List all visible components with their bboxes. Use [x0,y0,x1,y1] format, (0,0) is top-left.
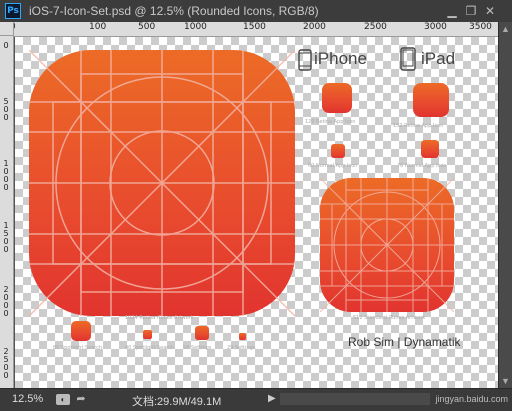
scroll-down-icon[interactable]: ▼ [499,374,512,388]
caption: 76 Normal App Icon [397,163,447,169]
caption: 60 Normal App Icon [308,163,358,169]
vertical-ruler[interactable]: 0 500 1000 1500 2000 2500 [0,36,14,388]
caption: 40 Spotlight Search [125,345,175,351]
ruler-label: 500 [3,97,9,122]
close-button[interactable]: ✕ [482,3,498,19]
horizontal-scrollbar[interactable] [280,393,430,405]
watermark-text: jingyan.baidu.com [435,394,508,404]
caption: 80 Spotlight Search [53,345,103,351]
ruler-label: 2500 [3,347,9,380]
caption: 152 Retina App Icon [393,123,444,129]
horizontal-ruler[interactable]: 0 100 500 1000 1500 2000 2500 3000 3500 [14,22,498,37]
zoom-level[interactable]: 12.5% [12,393,43,405]
restore-button[interactable]: ❐ [463,3,479,19]
iphone-label: iPhone [314,49,367,68]
ruler-label: 1000 [3,159,9,192]
document-canvas[interactable]: iPhone iPad 120 Retina App Icon 152 Reti… [15,37,498,388]
title-bar: Ps iOS-7-Icon-Set.psd @ 12.5% (Rounded I… [0,0,512,23]
ruler-origin-corner[interactable] [0,22,14,36]
caption: 512 Standard iTunes Artwork [353,315,426,321]
proof-setup-icon[interactable]: ◐ [56,394,70,405]
ruler-label: 2000 [3,285,9,318]
caption: 29 Settings [227,345,256,351]
ipad-label: iPad [421,49,456,68]
caption: 58 Settings [183,345,212,351]
minimize-button[interactable]: ▁ [444,3,460,19]
document-size-info: 文档:29.9M/49.1M [132,396,222,408]
spotlight-small-icon [143,330,152,339]
settings-large-icon [195,326,209,340]
vertical-scrollbar[interactable]: ▲ ▼ [498,22,512,388]
ruler-label: 0 [3,41,9,50]
ipad-icon [400,47,416,71]
photoshop-logo-icon: Ps [5,3,21,19]
author-credit: Rob Sim | Dynamatik [348,335,461,349]
ipad-app-icon [413,83,449,117]
iphone-icon [298,49,312,71]
spotlight-large-icon [71,321,91,341]
scroll-up-icon[interactable]: ▲ [499,22,512,36]
standard-icon-template [320,178,454,312]
share-icon[interactable]: ➦ [74,394,88,405]
document-tab-title[interactable]: iOS-7-Icon-Set.psd @ 12.5% (Rounded Icon… [29,4,319,18]
status-menu-arrow-icon[interactable]: ▶ [268,393,276,404]
iphone-normal-icon [331,144,345,158]
settings-small-icon [239,333,246,340]
ruler-label: 1500 [3,221,9,254]
large-icon-template [29,50,295,316]
caption: 120 Retina App Icon [305,119,356,125]
caption: 1024 Retina iTunes Artwork [125,315,194,321]
iphone-app-icon [322,83,352,113]
ipad-normal-icon [421,140,439,158]
